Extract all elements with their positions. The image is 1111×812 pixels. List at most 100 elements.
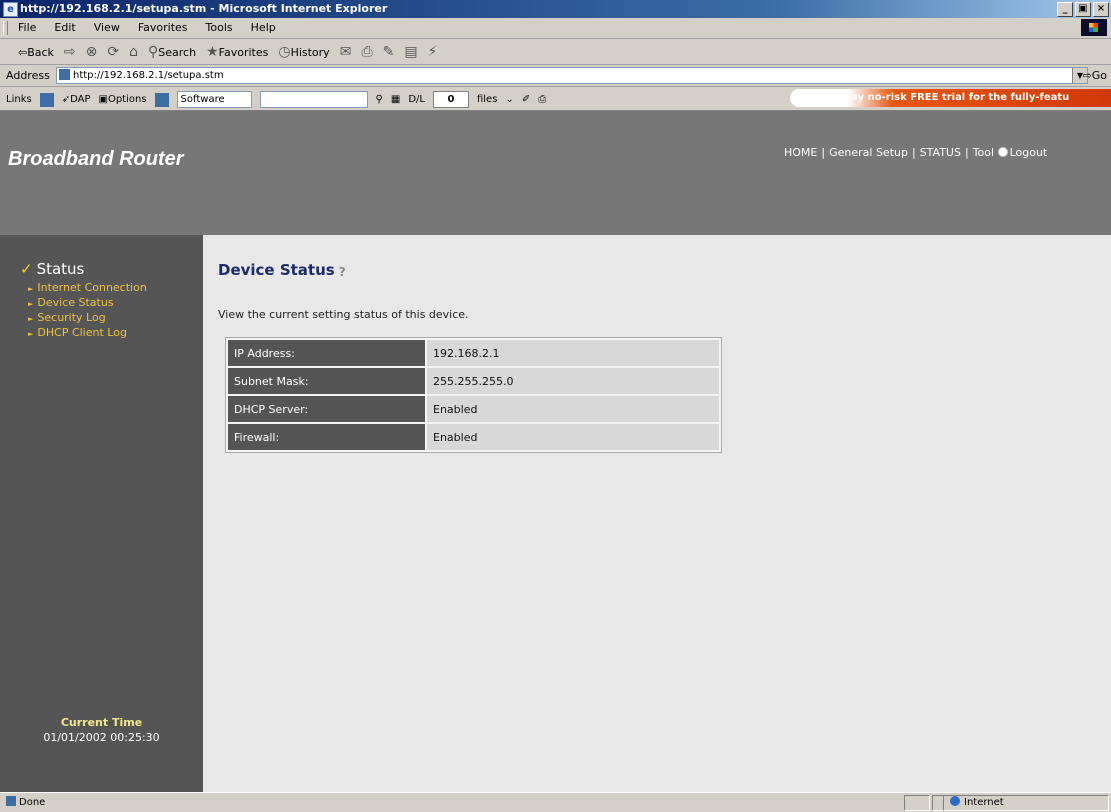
toolbar-grip[interactable] (3, 21, 8, 35)
edit-icon[interactable]: ✎ (383, 44, 395, 60)
print-small-icon[interactable]: ⎙ (538, 94, 546, 105)
bullet-arrow-icon: ► (28, 285, 34, 293)
nav-status[interactable]: STATUS (920, 146, 961, 159)
sidebar-item-label: Security Log (37, 311, 106, 324)
messenger-icon[interactable]: ⚡ (428, 44, 438, 60)
page-title-text: Device Status (218, 261, 335, 279)
status-table: IP Address: 192.168.2.1 Subnet Mask: 255.2… (225, 337, 722, 453)
files-label: files (476, 94, 498, 105)
table-row: DHCP Server: Enabled (228, 396, 719, 422)
favorites-button[interactable]: ★Favorites (206, 44, 268, 60)
grid-icon[interactable]: ▦ (391, 94, 400, 105)
close-button[interactable]: × (1093, 2, 1109, 17)
dhcp-server-value: Enabled (427, 396, 719, 422)
page-viewport: Broadband Router HOME | General Setup | STAT… (0, 111, 1111, 792)
address-label: Address (6, 69, 50, 82)
menu-edit[interactable]: Edit (54, 21, 75, 34)
subnet-mask-value: 255.255.255.0 (427, 368, 719, 394)
windows-logo-icon (1081, 19, 1107, 36)
sidebar-item-label: Device Status (37, 296, 114, 309)
sidebar-item-internet-connection[interactable]: ► Internet Connection (28, 282, 147, 295)
address-input[interactable]: http://192.168.2.1/setupa.stm ▼ (56, 67, 1088, 84)
sidebar-links: ► Internet Connection ► Device Status ► Sec… (28, 282, 147, 342)
download-count: 0 (432, 91, 469, 108)
globe-icon (950, 796, 960, 806)
discuss-icon[interactable]: ▤ (404, 44, 417, 60)
history-icon: ◷ (278, 44, 291, 60)
menu-file[interactable]: File (18, 21, 36, 34)
menu-help[interactable]: Help (251, 21, 276, 34)
history-label: History (290, 46, 330, 59)
status-text: Done (6, 796, 45, 808)
toolbar-search-input[interactable] (259, 91, 368, 108)
ip-address-value: 192.168.2.1 (427, 340, 719, 366)
security-zone: Internet (943, 795, 1109, 811)
subnet-mask-label: Subnet Mask: (228, 368, 425, 394)
go-button[interactable]: ⇨Go (1083, 69, 1107, 82)
nav-home[interactable]: HOME (784, 146, 817, 159)
router-header: Broadband Router HOME | General Setup | STAT… (0, 111, 1111, 235)
sidebar-section-status[interactable]: ✓ Status (20, 260, 84, 278)
dap-button[interactable]: ➶DAP (62, 94, 91, 105)
menu-view[interactable]: View (94, 21, 120, 34)
help-icon[interactable]: ? (339, 265, 353, 279)
options-button[interactable]: ▣Options (99, 94, 147, 105)
refresh-icon[interactable]: ⟳ (107, 44, 119, 60)
highlight-icon[interactable]: ✐ (522, 94, 530, 105)
menu-bar: File Edit View Favorites Tools Help (0, 18, 1111, 39)
nav-general-setup[interactable]: General Setup (829, 146, 908, 159)
history-button[interactable]: ◷History (278, 44, 329, 60)
sidebar-item-security-log[interactable]: ► Security Log (28, 312, 147, 325)
page-description: View the current setting status of this … (218, 308, 469, 321)
promo-banner[interactable]: 14-day no-risk FREE trial for the fully-… (790, 89, 1111, 107)
stop-icon[interactable]: ⊗ (86, 44, 98, 60)
main-content: Device Status? View the current setting … (203, 235, 1111, 792)
address-url: http://192.168.2.1/setupa.stm (73, 70, 224, 81)
minimize-button[interactable]: _ (1057, 2, 1073, 17)
router-brand: Broadband Router (8, 148, 184, 170)
sidebar-item-device-status[interactable]: ► Device Status (28, 297, 147, 310)
table-row: IP Address: 192.168.2.1 (228, 340, 719, 366)
zone-label: Internet (964, 797, 1004, 808)
nav-tool[interactable]: Tool (973, 146, 994, 159)
mail-icon[interactable]: ✉ (340, 44, 352, 60)
links-label[interactable]: Links (6, 94, 32, 105)
window-buttons: _ ▣ × (1057, 2, 1109, 17)
go-arrow-icon: ⇨ (1082, 69, 1092, 82)
sidebar-item-dhcp-client-log[interactable]: ► DHCP Client Log (28, 327, 147, 340)
checkmark-icon: ✓ (20, 260, 33, 278)
page-status-icon (6, 796, 16, 806)
search-icon: ⚲ (148, 44, 159, 60)
print-icon[interactable]: ⎙ (361, 44, 372, 60)
nav-separator: | (964, 146, 969, 159)
status-bar: Done Internet (0, 792, 1111, 812)
menu-favorites[interactable]: Favorites (138, 21, 188, 34)
current-time-value: 01/01/2002 00:25:30 (43, 731, 160, 744)
home-icon[interactable]: ⌂ (129, 44, 138, 60)
current-time-label: Current Time (60, 716, 143, 729)
sidebar-section-label: Status (36, 260, 85, 278)
current-time: Current Time 01/01/2002 00:25:30 (0, 716, 203, 744)
internet-explorer-icon: e (3, 2, 18, 17)
bullet-arrow-icon: ► (28, 315, 34, 323)
bullet-arrow-icon: ► (28, 300, 34, 308)
firewall-value: Enabled (427, 424, 719, 450)
chevron-down-icon[interactable]: ⌄ (505, 94, 513, 105)
back-button[interactable]: ⇦Back (18, 46, 54, 59)
nav-logout[interactable]: Logout (1010, 146, 1048, 159)
bullet-arrow-icon: ► (28, 330, 34, 338)
forward-button[interactable]: ⇨ (64, 44, 76, 60)
logout-icon[interactable] (997, 147, 1008, 157)
search-magnifier-icon[interactable]: ⚲ (376, 94, 383, 105)
search-button[interactable]: ⚲Search (148, 44, 196, 60)
dap-icon: ➶ (61, 94, 71, 105)
toolbar-home-icon[interactable] (39, 92, 54, 107)
favorites-icon: ★ (206, 44, 219, 60)
maximize-button[interactable]: ▣ (1075, 2, 1091, 17)
software-select[interactable]: Software (176, 91, 252, 108)
software-icon (154, 92, 169, 107)
ip-address-label: IP Address: (228, 340, 425, 366)
menu-tools[interactable]: Tools (206, 21, 233, 34)
sidebar: ✓ Status ► Internet Connection ► Device Sta… (0, 235, 203, 792)
nav-separator: | (911, 146, 916, 159)
